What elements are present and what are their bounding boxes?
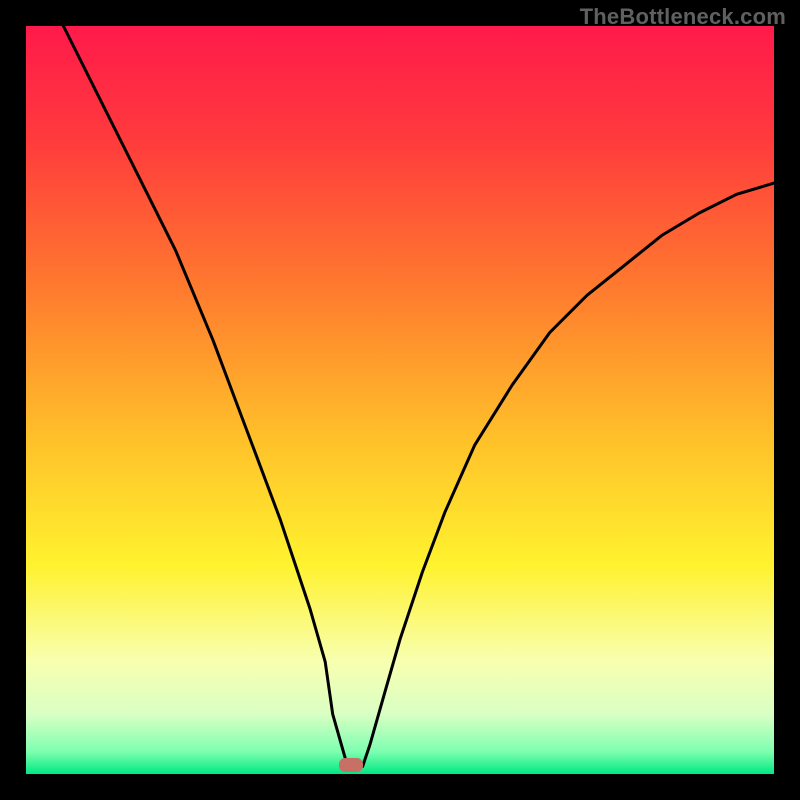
optimum-marker (339, 758, 363, 772)
chart-frame: TheBottleneck.com (0, 0, 800, 800)
watermark-text: TheBottleneck.com (580, 4, 786, 30)
plot-area (26, 26, 774, 774)
plot-svg (26, 26, 774, 774)
gradient-rect (26, 26, 774, 774)
